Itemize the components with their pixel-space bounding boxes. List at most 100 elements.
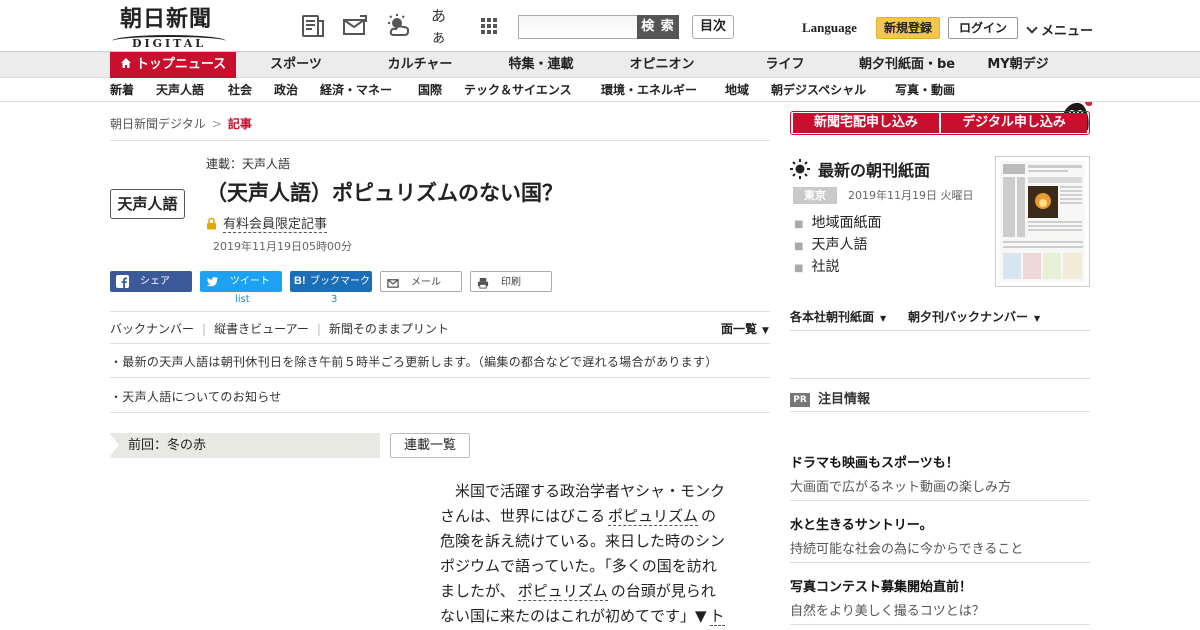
subnav-environment[interactable]: 環境・エネルギー (601, 79, 697, 102)
subnav-society[interactable]: 社会 (228, 79, 252, 102)
nav-opinion[interactable]: オピニオン (614, 52, 710, 78)
paper-link-editorial[interactable]: ■ 社説 (794, 256, 881, 278)
keyword-link[interactable]: ポピュリズム (517, 582, 608, 601)
divider (110, 140, 770, 141)
search-button[interactable]: 検 索 (637, 15, 679, 39)
mail-icon[interactable] (342, 13, 368, 39)
series-label[interactable]: 連載：天声人語 (206, 155, 290, 172)
previous-article-link[interactable]: 前回：冬の赤 (109, 433, 380, 458)
keyword-link[interactable]: ポピュリズム (608, 507, 699, 526)
login-button[interactable]: ログイン (948, 17, 1018, 39)
body-text: ましたが、 (440, 582, 515, 600)
facebook-share-button[interactable]: シェア (110, 271, 192, 292)
print-button[interactable]: 印刷 (470, 271, 552, 292)
breadcrumb-separator: > (211, 117, 222, 131)
body-line: 米国で活躍する政治学者ヤシャ・モンク (440, 479, 755, 504)
nav-top-news[interactable]: トップニュース (110, 52, 236, 78)
breadcrumb-home[interactable]: 朝日新聞デジタル (110, 117, 206, 131)
twitter-count[interactable]: list (235, 294, 250, 305)
nav-sports[interactable]: スポーツ (248, 52, 344, 78)
subnav-world[interactable]: 国際 (418, 79, 442, 102)
nav-features[interactable]: 特集・連載 (493, 52, 589, 78)
search-input[interactable] (518, 15, 638, 39)
newspaper-image (1000, 161, 1085, 282)
subnav-tech[interactable]: テック＆サイエンス (464, 79, 572, 102)
subnav-tensei[interactable]: 天声人語 (156, 79, 204, 102)
bullet: ■ (794, 219, 804, 230)
separator: | (202, 322, 207, 336)
paper-link-tensei[interactable]: ■ 天声人語 (794, 234, 881, 256)
pr-item[interactable]: 水と生きるサントリー。 持続可能な社会の為に今からできること (790, 514, 1023, 557)
newspaper-icon[interactable] (300, 13, 326, 39)
paper-link-regional[interactable]: ■ 地域面紙面 (794, 212, 881, 234)
publish-date: 2019年11月19日05時00分 (213, 240, 352, 253)
hatena-count[interactable]: 3 (331, 294, 337, 305)
facebook-icon (116, 275, 129, 288)
body-line: ポジウムで語っていた。「多くの国を訪れ (440, 557, 717, 575)
page-list-label: 面一覧 (721, 322, 758, 336)
paper-link-label: 地域面紙面 (811, 215, 882, 231)
body-line: ましたが、 ポピュリズム の台頭が見られ (440, 579, 755, 604)
backnumber-dropdown[interactable]: 朝夕刊バックナンバー ▼ (908, 308, 1040, 325)
register-button[interactable]: 新規登録 (876, 17, 940, 39)
nav-life[interactable]: ライフ (737, 52, 833, 78)
font-size-icon[interactable]: あぁ (431, 7, 457, 46)
pr-item[interactable]: 写真コンテスト募集開始直前！ 自然をより美しく撮るコツとは？ (790, 576, 985, 619)
newspaper-thumbnail[interactable] (995, 156, 1090, 287)
pr-item-title: ドラマも映画もスポーツも！ (790, 456, 959, 471)
nav-culture[interactable]: カルチャー (372, 52, 468, 78)
pr-item-title: 水と生きるサントリー。 (790, 518, 933, 533)
contents-button[interactable]: 目次 (692, 15, 734, 39)
body-text: 米国で活躍する政治学者ヤシャ・モンク (455, 482, 726, 500)
body-line: ない国に来たのはこれが初めてです」▼ ト (440, 604, 755, 629)
regional-papers-dropdown[interactable]: 各本社朝刊紙面 ▼ (790, 308, 886, 325)
menu-button[interactable]: メニュー (1026, 20, 1094, 39)
dropdown-label: 各本社朝刊紙面 (790, 310, 875, 324)
subnav-economy[interactable]: 経済・マネー (320, 79, 392, 102)
home-delivery-button[interactable]: 新聞宅配申し込み (793, 113, 939, 133)
backnumber-link[interactable]: バックナンバー (110, 322, 194, 336)
language-link[interactable]: Language (802, 20, 857, 36)
subnav-new[interactable]: 新着 (110, 79, 134, 102)
twitter-share-button[interactable]: ツイート (200, 271, 282, 292)
site-header: 朝日新聞 DIGITAL あぁ 検 索 目次 Language 新規登録 ログイ… (0, 0, 1200, 52)
caret-down-icon: ▼ (762, 326, 769, 336)
body-line: さんは、世界にはびこる ポピュリズムの (440, 504, 755, 529)
subnav-photo[interactable]: 写真・動画 (895, 79, 955, 102)
grid-menu-icon[interactable] (476, 13, 502, 39)
facebook-label: シェア (140, 276, 170, 287)
info-link[interactable]: ・天声人語についてのお知らせ (110, 388, 282, 405)
caret-down-icon: ▼ (1034, 314, 1041, 323)
subnav-region[interactable]: 地域 (725, 79, 749, 102)
menu-label: メニュー (1041, 24, 1094, 39)
chevron-down-icon (1026, 22, 1038, 34)
subnav-special[interactable]: 朝デジスペシャル (771, 79, 866, 102)
divider (790, 624, 1090, 625)
weather-icon[interactable] (386, 13, 412, 39)
mail-share-button[interactable]: メール (380, 271, 462, 292)
pr-item-title: 写真コンテスト募集開始直前！ (790, 580, 973, 595)
nav-my[interactable]: MY朝デジ (978, 52, 1058, 78)
vertical-viewer-link[interactable]: 縦書きビューアー (214, 322, 309, 336)
page-list-dropdown[interactable]: 面一覧 ▼ (721, 320, 769, 337)
divider (110, 412, 770, 413)
digital-subscribe-button[interactable]: デジタル申し込み (941, 113, 1087, 133)
body-text: ない国に来たのはこれが初めてです」▼ (440, 607, 707, 625)
nav-paper[interactable]: 朝夕刊紙面・be (852, 52, 962, 78)
home-icon (120, 53, 132, 68)
site-logo[interactable]: 朝日新聞 DIGITAL (112, 6, 226, 50)
nav-label: トップニュース (135, 57, 227, 72)
series-list-button[interactable]: 連載一覧 (390, 433, 470, 458)
region-tag: 東京 (793, 187, 837, 204)
member-only-label[interactable]: 有料会員限定記事 (206, 213, 328, 233)
pr-item[interactable]: ドラマも映画もスポーツも！ 大画面で広がるネット動画の楽しみ方 (790, 452, 1011, 495)
pr-title: 注目情報 (818, 392, 871, 407)
subnav-politics[interactable]: 政治 (274, 79, 298, 102)
series-badge[interactable]: 天声人語 (110, 189, 185, 219)
keyword-link[interactable]: ト (709, 607, 725, 626)
print-as-is-link[interactable]: 新聞そのままプリント (329, 322, 449, 336)
hatena-bookmark-button[interactable]: B! ブックマーク (290, 271, 372, 292)
printer-icon (477, 276, 490, 289)
latest-paper-heading: 最新の朝刊紙面 (790, 157, 930, 181)
envelope-icon (387, 276, 400, 289)
